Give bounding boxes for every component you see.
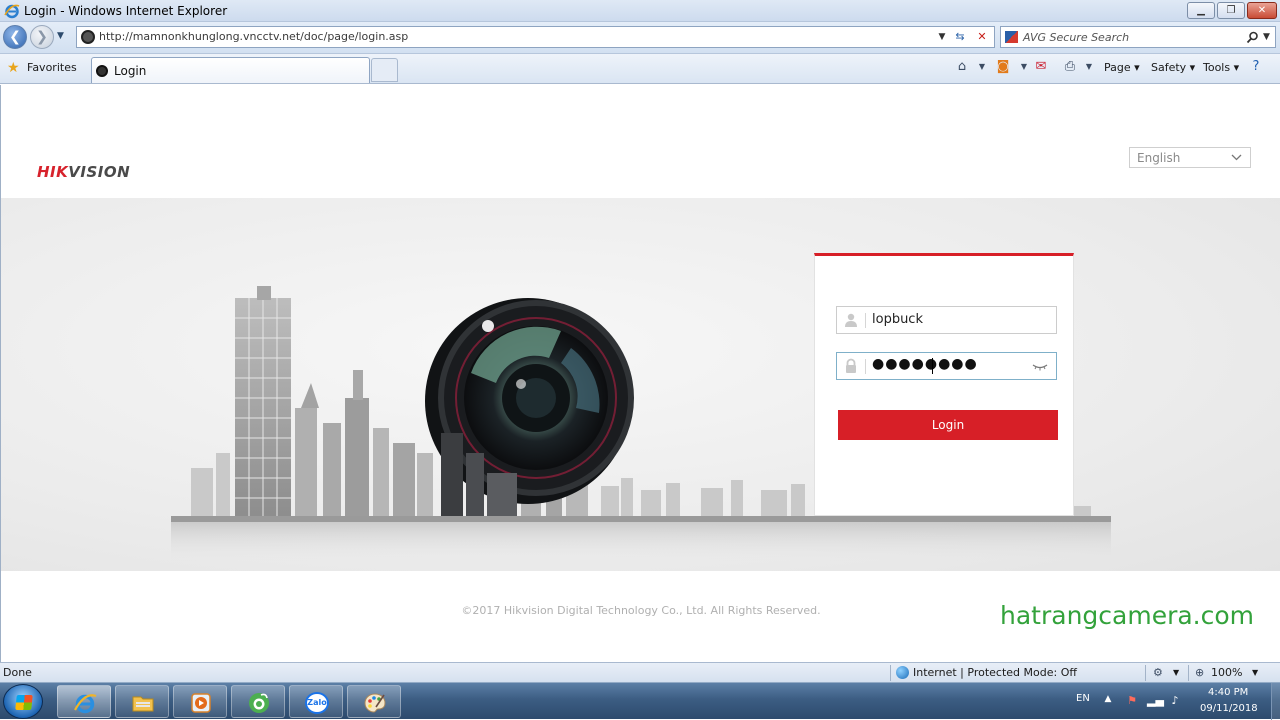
forward-button[interactable]: ❯ (30, 25, 54, 49)
avg-logo-icon (1005, 31, 1018, 43)
folder-icon (132, 696, 154, 712)
user-icon (845, 313, 857, 327)
login-panel: lopbuck ●●●●●●●● Login (814, 253, 1074, 516)
city-skyline-illustration (171, 286, 1111, 562)
media-player-icon (191, 693, 211, 713)
favorites-button[interactable]: Favorites (27, 61, 77, 74)
lock-icon (846, 358, 856, 373)
input-language-indicator[interactable]: EN (1076, 693, 1090, 704)
print-icon[interactable]: ⎙ (1062, 59, 1078, 75)
web-page: HIKVISION English lopbuck ●●●●●●●● Login… (0, 85, 1280, 662)
status-bar: Done Internet | Protected Mode: Off ⚙ ▼ … (0, 662, 1280, 682)
stop-icon[interactable]: ✕ (972, 28, 992, 46)
taskbar-coccoc-browser[interactable] (231, 685, 285, 718)
window-titlebar: Login - Windows Internet Explorer ▁ ❐ ✕ (0, 0, 1280, 22)
text-caret (932, 358, 933, 374)
internet-zone-globe-icon (896, 666, 909, 679)
language-value: English (1137, 151, 1181, 165)
back-button[interactable]: ❮ (3, 25, 27, 49)
address-input[interactable]: http://mamnonkhunglong.vncctv.net/doc/pa… (76, 26, 995, 48)
feeds-icon[interactable]: ◙ (995, 59, 1011, 75)
home-dropdown-icon[interactable]: ▼ (974, 62, 990, 78)
maximize-button[interactable]: ❐ (1217, 2, 1245, 19)
new-tab-button[interactable] (371, 58, 398, 82)
page-menu-button[interactable]: Page ▾ (1104, 61, 1140, 74)
taskbar-zalo[interactable]: Zalo (289, 685, 343, 718)
protected-mode-icon[interactable]: ⚙ (1153, 666, 1163, 679)
recent-pages-chevron-icon[interactable]: ▼ (57, 31, 64, 41)
help-icon[interactable]: ? (1248, 59, 1264, 75)
taskbar-media-player[interactable] (173, 685, 227, 718)
show-desktop-button[interactable] (1271, 683, 1280, 720)
clock-time[interactable]: 4:40 PM (1208, 687, 1248, 698)
username-value: lopbuck (872, 312, 923, 327)
site-favicon-icon (81, 30, 95, 44)
tab-favicon-icon (96, 65, 108, 77)
status-divider (1188, 665, 1189, 681)
address-url: http://mamnonkhunglong.vncctv.net/doc/pa… (99, 30, 409, 43)
hikvision-logo: HIKVISION (37, 163, 130, 181)
coccoc-browser-icon (249, 693, 269, 713)
windows-taskbar: Zalo EN ▲ ⚑ ▂▄ ♪ 4:40 PM 09/11/2018 (0, 682, 1280, 720)
status-divider (1145, 665, 1146, 681)
status-divider (890, 665, 891, 681)
login-button[interactable]: Login (838, 410, 1058, 440)
zalo-icon-label: Zalo (307, 698, 327, 707)
protected-mode-dropdown-icon[interactable]: ▼ (1173, 668, 1179, 677)
search-options-chevron-icon[interactable]: ▼ (1263, 32, 1270, 42)
network-signal-icon[interactable]: ▂▄ (1147, 694, 1164, 708)
search-placeholder: AVG Secure Search (1023, 31, 1130, 44)
zoom-level[interactable]: 100% (1211, 666, 1242, 679)
window-title: Login - Windows Internet Explorer (24, 4, 228, 18)
password-field[interactable]: ●●●●●●●● (836, 352, 1057, 380)
safety-menu-button[interactable]: Safety ▾ (1151, 61, 1195, 74)
close-window-button[interactable]: ✕ (1247, 2, 1277, 19)
read-mail-icon[interactable]: ✉ (1033, 59, 1049, 75)
field-separator (865, 359, 866, 374)
username-field[interactable]: lopbuck (836, 306, 1057, 334)
login-hero-banner (1, 198, 1280, 571)
print-dropdown-icon[interactable]: ▼ (1081, 62, 1097, 78)
show-password-eye-icon[interactable] (1032, 360, 1048, 372)
tab-title: Login (114, 64, 147, 78)
zoom-dropdown-icon[interactable]: ▼ (1252, 668, 1258, 677)
zalo-icon: Zalo (305, 692, 329, 714)
taskbar-internet-explorer[interactable] (57, 685, 111, 718)
favorites-tab-bar: ★ Favorites Login ⌂ ▼ ◙ ▼ ✉ ⎙ ▼ Page ▾ S… (0, 54, 1280, 84)
favorites-star-icon[interactable]: ★ (7, 60, 20, 76)
home-icon[interactable]: ⌂ (954, 59, 970, 75)
status-text: Done (3, 666, 32, 679)
compatibility-view-icon[interactable]: ⇆ (950, 28, 970, 46)
ie-logo-icon (4, 4, 20, 19)
security-zone-text[interactable]: Internet | Protected Mode: Off (913, 666, 1077, 679)
paint-palette-icon (364, 693, 386, 713)
internet-explorer-icon (74, 694, 97, 714)
logo-text-hik: HIK (37, 163, 69, 181)
logo-text-vision: VISION (68, 163, 131, 181)
action-center-flag-icon[interactable]: ⚑ (1125, 694, 1139, 708)
taskbar-paint[interactable] (347, 685, 401, 718)
show-hidden-icons-chevron-icon[interactable]: ▲ (1101, 694, 1115, 708)
watermark-text: hatrangcamera.com (1000, 601, 1255, 630)
tab-login[interactable]: Login (91, 57, 370, 83)
chevron-down-icon (1231, 154, 1242, 161)
clock-date[interactable]: 09/11/2018 (1200, 703, 1258, 714)
tools-menu-button[interactable]: Tools ▾ (1203, 61, 1239, 74)
search-input[interactable]: AVG Secure Search ▼ (1000, 26, 1276, 48)
feeds-dropdown-icon[interactable]: ▼ (1016, 62, 1032, 78)
minimize-button[interactable]: ▁ (1187, 2, 1215, 19)
search-icon[interactable] (1246, 31, 1259, 44)
zoom-icon[interactable]: ⊕ (1195, 666, 1204, 679)
field-separator (865, 313, 866, 328)
volume-speaker-icon[interactable]: ♪ (1168, 694, 1182, 708)
language-select[interactable]: English (1129, 147, 1251, 168)
taskbar-file-explorer[interactable] (115, 685, 169, 718)
start-button[interactable] (3, 684, 43, 719)
address-toolbar: ❮ ❯ ▼ http://mamnonkhunglong.vncctv.net/… (0, 22, 1280, 54)
address-dropdown-icon[interactable]: ▼ (932, 28, 952, 46)
password-masked-value: ●●●●●●●● (872, 356, 978, 372)
windows-logo-icon (15, 695, 33, 710)
